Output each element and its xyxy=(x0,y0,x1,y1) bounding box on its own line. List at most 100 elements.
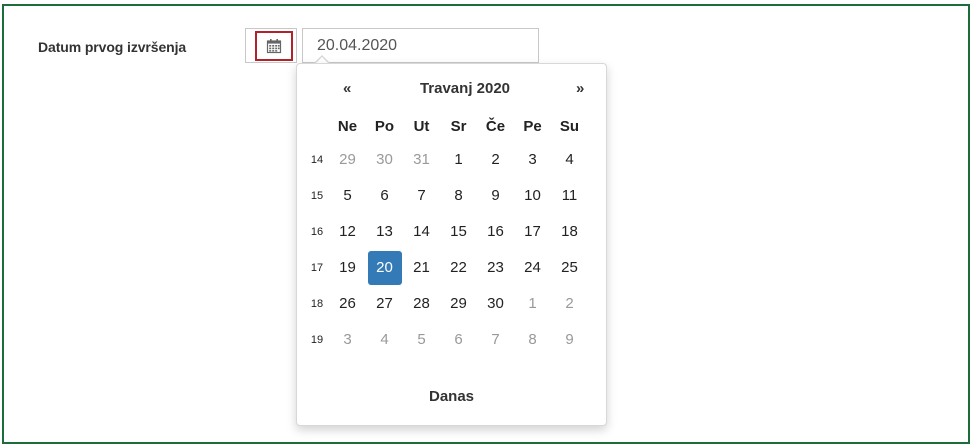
day-cell[interactable]: 4 xyxy=(366,322,403,358)
day-cell[interactable]: 6 xyxy=(366,178,403,214)
day-cell[interactable]: 1 xyxy=(514,286,551,322)
next-month-button[interactable]: » xyxy=(576,80,584,97)
weekday-label: Ut xyxy=(413,117,430,135)
day-number: 26 xyxy=(339,295,356,312)
week-number: 15 xyxy=(310,190,324,202)
day-number: 14 xyxy=(413,223,430,240)
week-row: 16 12 13 14 15 16 17 18 xyxy=(305,214,588,250)
day-cell[interactable]: 10 xyxy=(514,178,551,214)
day-number: 31 xyxy=(413,151,430,168)
day-number: 13 xyxy=(376,223,393,240)
weekday-label: Su xyxy=(559,117,580,135)
prev-month-button[interactable]: « xyxy=(343,80,351,97)
day-cell[interactable]: 15 xyxy=(440,214,477,250)
week-number: 18 xyxy=(310,298,324,310)
day-cell[interactable]: 24 xyxy=(514,250,551,286)
day-number: 16 xyxy=(487,223,504,240)
calendar-button[interactable] xyxy=(245,28,297,63)
day-number: 1 xyxy=(528,295,537,312)
week-number: 19 xyxy=(310,334,324,346)
weekday-label: Pe xyxy=(523,117,542,135)
day-cell[interactable]: 2 xyxy=(551,286,588,322)
day-number: 4 xyxy=(565,151,574,168)
weekday-label: Ne xyxy=(337,117,358,135)
day-number: 7 xyxy=(417,187,426,204)
day-cell[interactable]: 7 xyxy=(477,322,514,358)
day-cell[interactable]: 2 xyxy=(477,142,514,178)
day-cell[interactable]: 31 xyxy=(403,142,440,178)
day-number: 24 xyxy=(524,259,541,276)
day-cell[interactable]: 23 xyxy=(477,250,514,286)
day-cell[interactable]: 7 xyxy=(403,178,440,214)
day-cell[interactable]: 22 xyxy=(440,250,477,286)
day-cell[interactable]: 8 xyxy=(514,322,551,358)
day-number: 17 xyxy=(524,223,541,240)
date-input[interactable] xyxy=(302,28,539,63)
day-cell[interactable]: 9 xyxy=(551,322,588,358)
day-cell[interactable]: 12 xyxy=(329,214,366,250)
day-number: 20 xyxy=(367,251,402,285)
day-cell[interactable]: 5 xyxy=(329,178,366,214)
weekday-label: Če xyxy=(485,117,506,135)
day-number: 5 xyxy=(343,187,352,204)
field-label: Datum prvog izvršenja xyxy=(38,39,187,55)
day-cell[interactable]: 28 xyxy=(403,286,440,322)
day-number: 8 xyxy=(454,187,463,204)
week-number-header xyxy=(305,110,329,142)
week-row: 18 26 27 28 29 30 1 2 xyxy=(305,286,588,322)
day-cell[interactable]: 4 xyxy=(551,142,588,178)
day-number: 2 xyxy=(565,295,574,312)
today-button[interactable]: Danas xyxy=(297,388,606,405)
day-cell-selected[interactable]: 20 xyxy=(366,250,403,286)
day-cell[interactable]: 8 xyxy=(440,178,477,214)
day-number: 9 xyxy=(565,331,574,348)
day-cell[interactable]: 9 xyxy=(477,178,514,214)
day-number: 5 xyxy=(417,331,426,348)
day-number: 11 xyxy=(561,187,578,204)
day-number: 18 xyxy=(561,223,578,240)
day-cell[interactable]: 6 xyxy=(440,322,477,358)
day-cell[interactable]: 30 xyxy=(366,142,403,178)
day-number: 2 xyxy=(491,151,500,168)
weekday-label: Sr xyxy=(450,117,467,135)
day-number: 28 xyxy=(413,295,430,312)
calendar-weeks: 14 29 30 31 1 2 3 4 15 5 6 7 8 9 10 11 16 12 13 14 15 16 17 18 1… xyxy=(305,142,588,358)
day-cell[interactable]: 30 xyxy=(477,286,514,322)
month-title[interactable]: Travanj 2020 xyxy=(395,80,535,97)
day-number: 30 xyxy=(487,295,504,312)
day-cell[interactable]: 29 xyxy=(329,142,366,178)
week-number: 16 xyxy=(310,226,324,238)
day-cell[interactable]: 17 xyxy=(514,214,551,250)
day-number: 3 xyxy=(343,331,352,348)
day-cell[interactable]: 18 xyxy=(551,214,588,250)
day-number: 1 xyxy=(454,151,463,168)
week-row: 17 19 20 21 22 23 24 25 xyxy=(305,250,588,286)
day-cell[interactable]: 29 xyxy=(440,286,477,322)
day-number: 22 xyxy=(450,259,467,276)
day-cell[interactable]: 5 xyxy=(403,322,440,358)
day-cell[interactable]: 3 xyxy=(514,142,551,178)
day-number: 27 xyxy=(376,295,393,312)
day-cell[interactable]: 26 xyxy=(329,286,366,322)
day-cell[interactable]: 3 xyxy=(329,322,366,358)
day-number: 6 xyxy=(454,331,463,348)
day-number: 3 xyxy=(528,151,537,168)
calendar-button-highlight[interactable] xyxy=(255,31,293,61)
day-cell[interactable]: 25 xyxy=(551,250,588,286)
day-cell[interactable]: 19 xyxy=(329,250,366,286)
day-cell[interactable]: 27 xyxy=(366,286,403,322)
day-number: 8 xyxy=(528,331,537,348)
day-cell[interactable]: 14 xyxy=(403,214,440,250)
day-cell[interactable]: 16 xyxy=(477,214,514,250)
day-cell[interactable]: 1 xyxy=(440,142,477,178)
week-row: 19 3 4 5 6 7 8 9 xyxy=(305,322,588,358)
week-number: 14 xyxy=(310,154,324,166)
day-number: 12 xyxy=(339,223,356,240)
day-cell[interactable]: 13 xyxy=(366,214,403,250)
day-cell[interactable]: 21 xyxy=(403,250,440,286)
day-number: 4 xyxy=(380,331,389,348)
day-number: 10 xyxy=(524,187,541,204)
day-number: 29 xyxy=(450,295,467,312)
week-row: 15 5 6 7 8 9 10 11 xyxy=(305,178,588,214)
day-cell[interactable]: 11 xyxy=(551,178,588,214)
